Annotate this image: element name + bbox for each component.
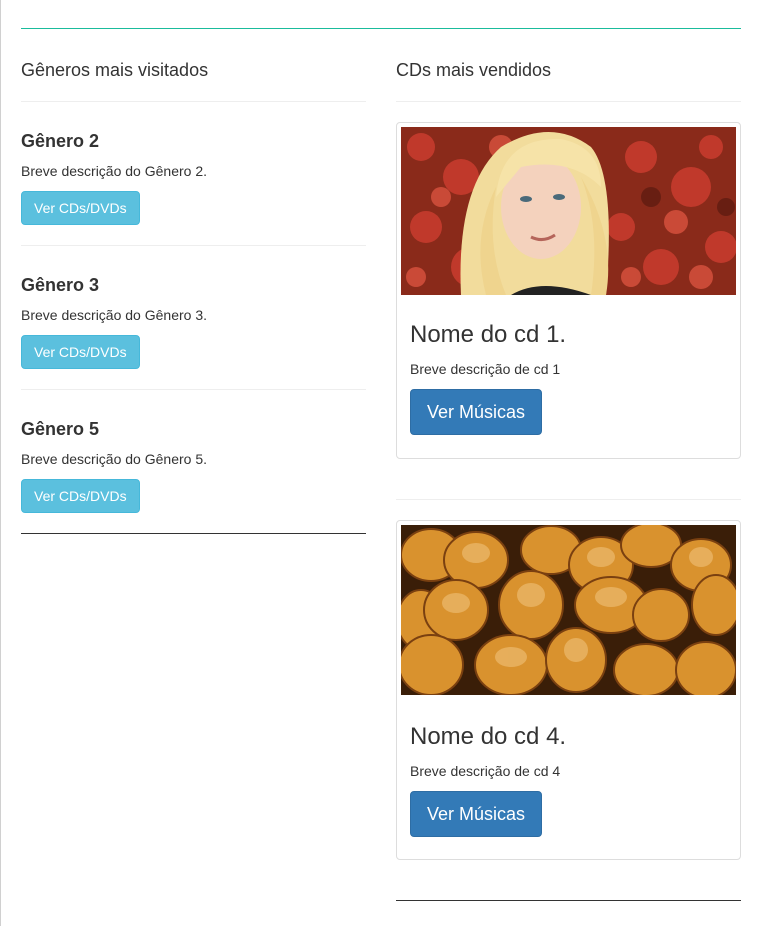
genre-name: Gênero 5 [21, 419, 100, 439]
cds-section-title: CDs mais vendidos [396, 60, 552, 80]
divider [21, 101, 366, 102]
cd-name: Nome do cd 4. [410, 723, 567, 750]
genre-description: Breve descrição do Gênero 2. [21, 163, 207, 179]
genre-name: Gênero 3 [21, 275, 100, 295]
top-divider [21, 28, 741, 29]
blonde-woman-photo [401, 127, 736, 295]
cd-name: Nome do cd 1. [410, 321, 567, 348]
divider [21, 245, 366, 246]
view-songs-button[interactable]: Ver Músicas [410, 389, 543, 435]
cd-cover-image[interactable] [401, 525, 736, 695]
divider [396, 499, 741, 500]
section-end-divider [396, 900, 741, 901]
genre-description: Breve descrição do Gênero 5. [21, 451, 207, 467]
divider [21, 389, 366, 390]
genre-name: Gênero 2 [21, 131, 100, 151]
cd-card: Nome do cd 1. Breve descrição de cd 1 Ve… [396, 122, 741, 459]
view-songs-button[interactable]: Ver Músicas [410, 791, 543, 837]
genre-description: Breve descrição do Gênero 3. [21, 307, 207, 323]
divider [396, 101, 741, 102]
view-cds-button[interactable]: Ver CDs/DVDs [21, 335, 140, 369]
bread-rolls-photo [401, 525, 736, 695]
view-cds-button[interactable]: Ver CDs/DVDs [21, 479, 140, 513]
section-end-divider [21, 533, 366, 534]
view-cds-button[interactable]: Ver CDs/DVDs [21, 191, 140, 225]
cd-cover-image[interactable] [401, 127, 736, 295]
cd-card: Nome do cd 4. Breve descrição de cd 4 Ve… [396, 520, 741, 860]
genres-section-title: Gêneros mais visitados [21, 60, 209, 80]
cd-description: Breve descrição de cd 1 [410, 361, 561, 377]
cd-description: Breve descrição de cd 4 [410, 763, 561, 779]
